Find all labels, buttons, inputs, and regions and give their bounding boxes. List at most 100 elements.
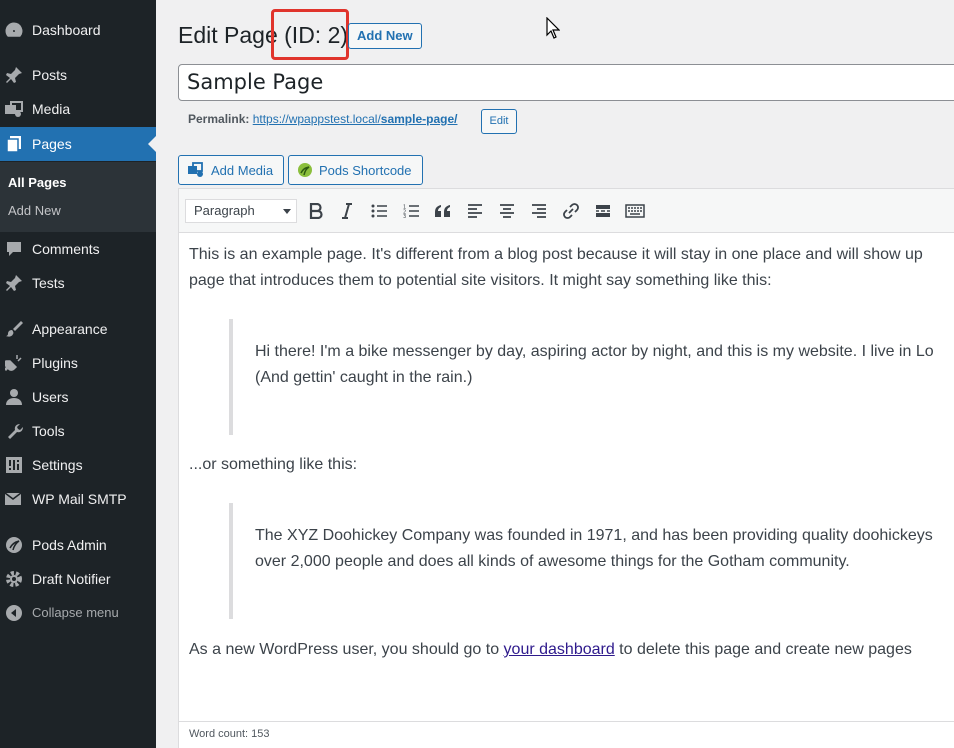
chevron-down-icon [283,209,291,214]
menu-item-draft-notifier[interactable]: Draft Notifier [0,562,156,596]
gear-icon [4,570,24,588]
bullet-list-icon [371,204,387,218]
menu-item-wp-mail-smtp[interactable]: WP Mail SMTP [0,482,156,516]
read-more-icon [596,205,610,217]
pin-icon [4,274,24,292]
blockquote-bar [229,319,233,435]
blockquote-icon [435,205,450,217]
editor-toolbar: Paragraph 123 [179,189,954,233]
keyboard-icon [625,204,645,218]
paragraph-line: As a new WordPress user, you should go t… [189,637,912,663]
align-right-button[interactable] [526,199,552,223]
permalink-base: https://wpappstest.local/ [252,112,381,126]
align-center-button[interactable] [494,199,520,223]
plug-icon [4,354,24,372]
menu-item-settings[interactable]: Settings [0,448,156,482]
menu-item-tests[interactable]: Tests [0,266,156,300]
blockquote-line: The XYZ Doohickey Company was founded in… [255,527,933,544]
italic-button[interactable] [334,199,360,223]
toolbar-toggle-button[interactable] [622,199,648,223]
add-new-button[interactable]: Add New [348,23,422,49]
dashboard-link[interactable]: your dashboard [504,641,615,658]
format-select-value: Paragraph [194,203,255,218]
menu-label: Tests [32,275,65,291]
permalink: Permalink: https://wpappstest.local/samp… [188,112,457,126]
blockquote-line: Hi there! I'm a bike messenger by day, a… [255,343,934,360]
align-right-icon [532,204,546,218]
menu-label: Settings [32,457,83,473]
pin-icon [4,66,24,84]
menu-item-dashboard[interactable]: Dashboard [0,13,156,47]
pods-icon [4,536,24,554]
align-left-button[interactable] [462,199,488,223]
align-center-icon [500,204,514,218]
menu-label: Users [32,389,69,405]
permalink-link[interactable]: https://wpappstest.local/sample-page/ [253,112,458,126]
blockquote-button[interactable] [430,199,456,223]
menu-item-tools[interactable]: Tools [0,414,156,448]
highlight-box [271,9,349,60]
permalink-label: Permalink: [188,112,250,126]
admin-sidebar: Dashboard Posts Media Pages All Pages Ad… [0,0,156,748]
menu-item-users[interactable]: Users [0,380,156,414]
menu-label: Comments [32,241,100,257]
paragraph-line: This is an example page. It's different … [189,246,923,263]
link-button[interactable] [558,199,584,223]
collapse-menu-button[interactable]: Collapse menu [0,596,156,630]
bold-icon [309,203,323,219]
numbered-list-icon: 123 [403,205,419,218]
menu-label: Dashboard [32,22,101,38]
blockquote-line: (And gettin' caught in the rain.) [255,369,473,386]
pages-submenu: All Pages Add New [0,162,156,232]
add-media-icon [187,162,205,178]
post-title-input[interactable] [178,64,954,101]
user-icon [4,388,24,406]
dashboard-icon [4,21,24,39]
page-title-prefix: Edit Page [178,22,278,48]
submenu-all-pages[interactable]: All Pages [8,175,67,190]
submenu-add-new[interactable]: Add New [8,203,61,218]
menu-item-pods-admin[interactable]: Pods Admin [0,528,156,562]
menu-item-appearance[interactable]: Appearance [0,312,156,346]
settings-icon [4,456,24,474]
pods-icon [297,162,313,178]
menu-label: Tools [32,423,65,439]
bullet-list-button[interactable] [366,199,392,223]
menu-label: Appearance [32,321,108,337]
wrench-icon [4,422,24,440]
paragraph-text: to delete this page and create new pages [614,641,912,658]
pods-shortcode-label: Pods Shortcode [319,162,412,178]
menu-label: Pods Admin [32,537,107,553]
collapse-icon [4,604,24,622]
menu-item-comments[interactable]: Comments [0,232,156,266]
svg-text:3: 3 [403,214,406,218]
word-count: Word count: 153 [189,728,270,740]
menu-label: Media [32,101,71,117]
pages-icon [4,135,24,153]
bold-button[interactable] [303,199,329,223]
link-icon [563,203,579,219]
align-left-icon [468,204,482,218]
paragraph-line: page that introduces them to potential s… [189,272,772,289]
menu-item-posts[interactable]: Posts [0,58,156,92]
numbered-list-button[interactable]: 123 [398,199,424,223]
mail-icon [4,490,24,508]
menu-item-pages[interactable]: Pages [0,127,156,161]
menu-label: Posts [32,67,68,83]
brush-icon [4,320,24,338]
format-select[interactable]: Paragraph [185,199,297,223]
comments-icon [4,240,24,258]
menu-item-media[interactable]: Media [0,92,156,126]
menu-label: Draft Notifier [32,571,111,587]
permalink-edit-button[interactable]: Edit [481,109,517,134]
pods-shortcode-button[interactable]: Pods Shortcode [288,155,423,185]
blockquote-line: over 2,000 people and does all kinds of … [255,553,850,570]
add-media-button[interactable]: Add Media [178,155,285,185]
read-more-button[interactable] [590,199,616,223]
menu-label: Plugins [32,355,78,371]
blockquote-bar [229,503,233,619]
media-icon [4,100,24,118]
menu-label: WP Mail SMTP [32,491,127,507]
menu-item-plugins[interactable]: Plugins [0,346,156,380]
add-media-label: Add Media [211,162,274,178]
